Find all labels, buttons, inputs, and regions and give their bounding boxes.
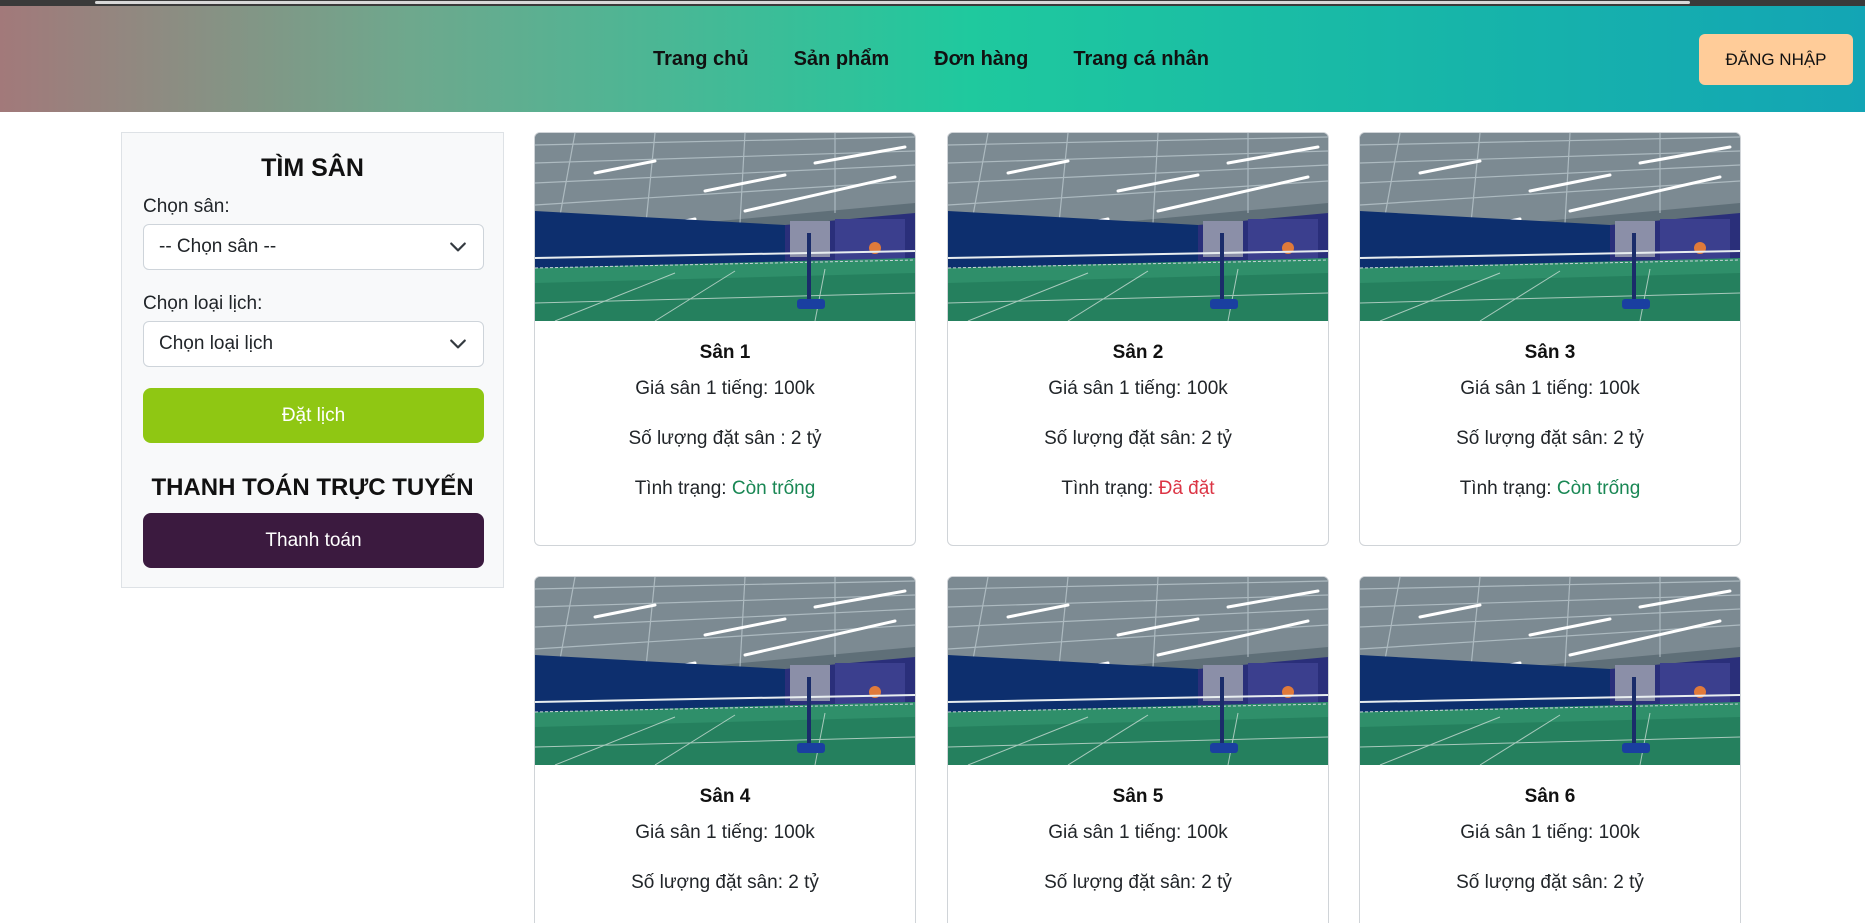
sidebar-title: TÌM SÂN — [261, 154, 364, 182]
court-card[interactable]: Sân 4 Giá sân 1 tiếng: 100k Số lượng đặt… — [534, 576, 916, 923]
nav-item-products[interactable]: Sản phẩm — [794, 48, 890, 71]
main-nav: Trang chủ Sản phẩm Đơn hàng Trang cá nhâ… — [653, 6, 1254, 112]
court-photo — [948, 577, 1328, 765]
court-booking-count: Số lượng đặt sân: 2 tỷ — [1044, 872, 1232, 893]
court-booking-count: Số lượng đặt sân: 2 tỷ — [1044, 428, 1232, 449]
schedule-select-label: Chọn loại lịch: — [143, 293, 263, 314]
court-card[interactable]: Sân 1 Giá sân 1 tiếng: 100k Số lượng đặt… — [534, 132, 916, 546]
status-value: Còn trống — [731, 478, 816, 499]
court-price: Giá sân 1 tiếng: 100k — [1460, 378, 1640, 399]
court-price: Giá sân 1 tiếng: 100k — [635, 822, 815, 843]
schedule-select-value: Chọn loại lịch — [159, 333, 274, 354]
online-payment-title: THANH TOÁN TRỰC TUYẾN — [151, 474, 474, 501]
court-booking-count: Số lượng đặt sân: 2 tỷ — [1456, 872, 1644, 893]
court-name: Sân 2 — [1112, 342, 1164, 363]
court-photo — [535, 577, 915, 765]
court-name: Sân 6 — [1524, 786, 1576, 807]
court-select-value: -- Chọn sân -- — [159, 236, 277, 257]
court-name: Sân 5 — [1112, 786, 1164, 807]
status-label: Tình trạng: — [634, 478, 732, 499]
nav-item-profile[interactable]: Trang cá nhân — [1073, 48, 1209, 71]
court-card[interactable]: Sân 5 Giá sân 1 tiếng: 100k Số lượng đặt… — [947, 576, 1329, 923]
chevron-down-icon — [449, 335, 467, 353]
nav-item-home[interactable]: Trang chủ — [653, 48, 749, 71]
schedule-type-select[interactable]: Chọn loại lịch — [143, 321, 484, 367]
status-label: Tình trạng: — [1061, 478, 1159, 499]
court-price: Giá sân 1 tiếng: 100k — [635, 378, 815, 399]
pay-button[interactable]: Thanh toán — [143, 513, 484, 568]
court-status: Tình trạng: Còn trống — [1360, 478, 1740, 500]
court-photo — [1360, 577, 1740, 765]
court-name: Sân 1 — [699, 342, 751, 363]
court-booking-count: Số lượng đặt sân: 2 tỷ — [631, 872, 819, 893]
court-photo — [1360, 133, 1740, 321]
book-button[interactable]: Đặt lịch — [143, 388, 484, 443]
court-select[interactable]: -- Chọn sân -- — [143, 224, 484, 270]
login-button[interactable]: ĐĂNG NHẬP — [1699, 34, 1853, 85]
court-price: Giá sân 1 tiếng: 100k — [1460, 822, 1640, 843]
status-label: Tình trạng: — [1459, 478, 1557, 499]
site-header: Trang chủ Sản phẩm Đơn hàng Trang cá nhâ… — [0, 6, 1865, 112]
status-value: Đã đặt — [1158, 478, 1215, 499]
court-card[interactable]: Sân 6 Giá sân 1 tiếng: 100k Số lượng đặt… — [1359, 576, 1741, 923]
court-booking-count: Số lượng đặt sân : 2 tỷ — [628, 428, 822, 449]
chevron-down-icon — [449, 238, 467, 256]
court-select-label: Chọn sân: — [143, 196, 230, 217]
court-price: Giá sân 1 tiếng: 100k — [1048, 822, 1228, 843]
court-card[interactable]: Sân 3 Giá sân 1 tiếng: 100k Số lượng đặt… — [1359, 132, 1741, 546]
nav-item-orders[interactable]: Đơn hàng — [934, 48, 1028, 71]
court-photo — [535, 133, 915, 321]
status-value: Còn trống — [1556, 478, 1641, 499]
court-status: Tình trạng: Còn trống — [535, 478, 915, 500]
court-name: Sân 3 — [1524, 342, 1576, 363]
court-card[interactable]: Sân 2 Giá sân 1 tiếng: 100k Số lượng đặt… — [947, 132, 1329, 546]
court-name: Sân 4 — [699, 786, 751, 807]
court-booking-count: Số lượng đặt sân: 2 tỷ — [1456, 428, 1644, 449]
court-price: Giá sân 1 tiếng: 100k — [1048, 378, 1228, 399]
court-status: Tình trạng: Đã đặt — [948, 478, 1328, 500]
search-sidebar: TÌM SÂN Chọn sân: -- Chọn sân -- Chọn lo… — [121, 132, 504, 588]
court-photo — [948, 133, 1328, 321]
